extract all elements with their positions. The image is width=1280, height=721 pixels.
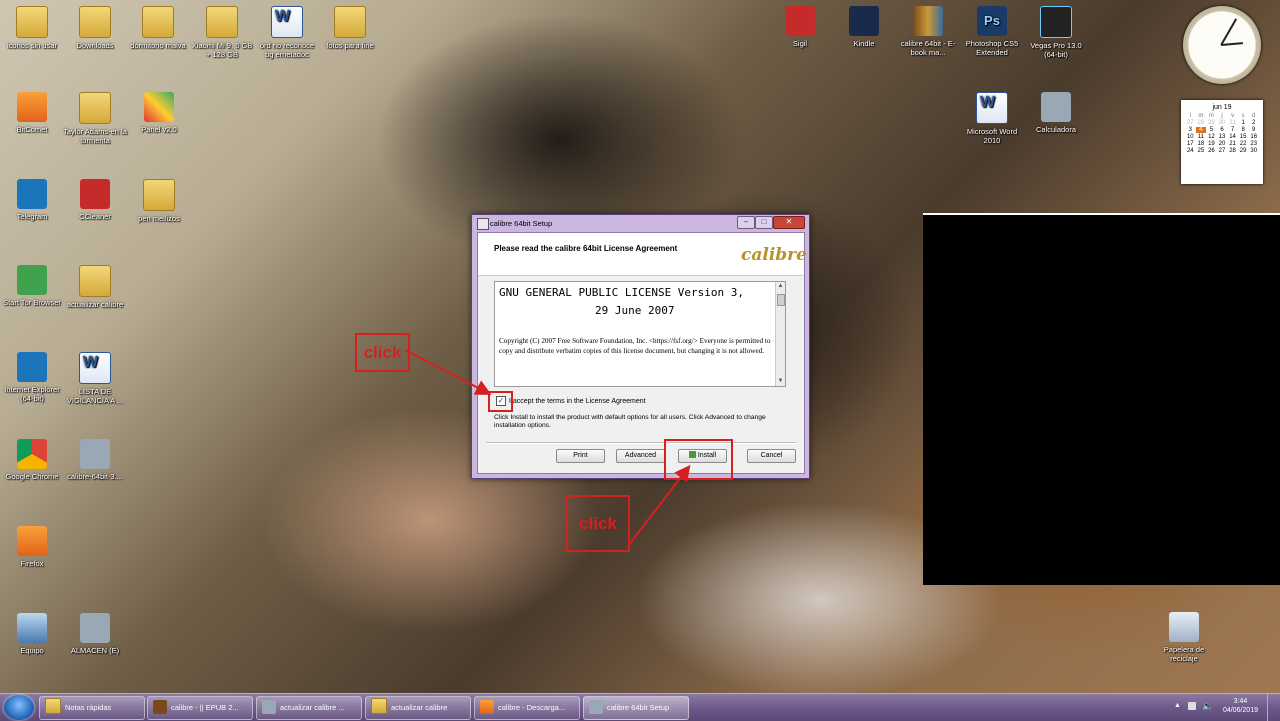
taskbar-item-notas[interactable]: Notas rápidas (39, 696, 145, 720)
taskbar-item-actualizar2[interactable]: actualizar calibre (365, 696, 471, 720)
arrow-to-checkbox (404, 349, 492, 395)
network-icon[interactable] (1188, 702, 1196, 710)
taskbar-label: actualizar calibre ... (280, 703, 345, 712)
installer-icon (589, 700, 603, 714)
system-tray: ▲ 🔈 3:44 04/06/2019 (1170, 694, 1280, 721)
folder-icon (371, 698, 387, 714)
taskbar-label: calibre 64bit Setup (607, 703, 670, 712)
show-desktop-button[interactable] (1267, 694, 1280, 721)
taskbar: Notas rápidas calibre - || EPUB 2... act… (0, 693, 1280, 721)
volume-icon[interactable]: 🔈 (1202, 701, 1213, 712)
taskbar-item-calibre-epub[interactable]: calibre - || EPUB 2... (147, 696, 253, 720)
taskbar-item-setup[interactable]: calibre 64bit Setup (583, 696, 689, 720)
tray-time: 3:44 (1233, 698, 1248, 705)
annotation-arrows (404, 349, 691, 547)
taskbar-label: Notas rápidas (65, 703, 112, 712)
show-hidden-icons-icon[interactable]: ▲ (1174, 702, 1181, 709)
start-button[interactable] (4, 695, 34, 720)
tray-date: 04/06/2019 (1222, 707, 1258, 714)
taskbar-item-calibre-descarga[interactable]: calibre - Descarga... (474, 696, 580, 720)
taskbar-label: calibre - || EPUB 2... (171, 703, 239, 712)
calibre-icon (153, 700, 167, 714)
firefox-icon (480, 700, 494, 714)
taskbar-label: calibre - Descarga... (498, 703, 566, 712)
settings-icon (262, 700, 276, 714)
tray-clock[interactable]: 3:44 04/06/2019 (1223, 697, 1258, 715)
arrow-to-install (627, 464, 691, 547)
taskbar-item-actualizar1[interactable]: actualizar calibre ... (256, 696, 362, 720)
taskbar-label: actualizar calibre (391, 703, 448, 712)
sticky-notes-icon (45, 698, 61, 714)
